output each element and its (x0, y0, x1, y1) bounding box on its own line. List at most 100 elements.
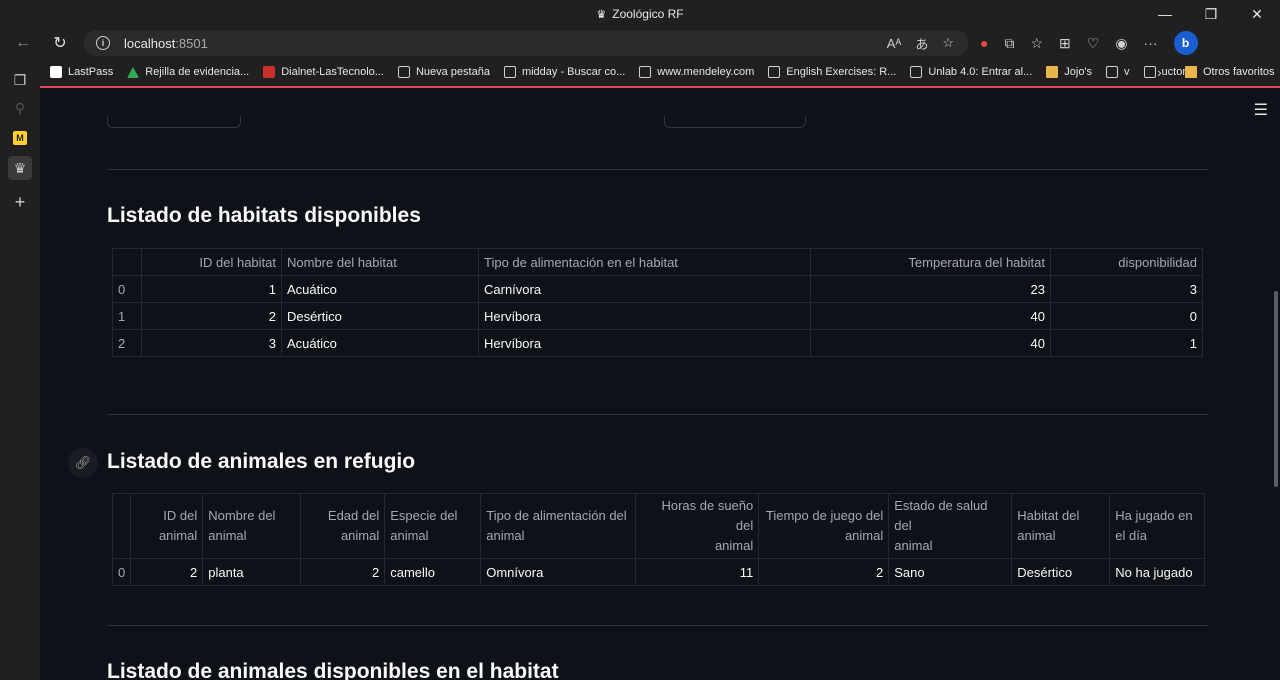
index-header (111, 493, 132, 559)
bookmark-dialnet[interactable]: Dialnet-LasTecnolo... (263, 66, 384, 78)
streamlit-tab-icon[interactable]: ♛ (8, 156, 32, 180)
column-header[interactable]: disponibilidad (1050, 248, 1203, 276)
table-cell[interactable]: camello (384, 558, 482, 586)
new-tab-plus-icon[interactable]: + (8, 190, 32, 214)
table-cell[interactable]: 11 (635, 558, 760, 586)
page-icon (910, 66, 923, 78)
bookmark-v[interactable]: v (1106, 66, 1130, 78)
table-cell[interactable]: 2 (130, 558, 204, 586)
table-cell[interactable]: Acuático (281, 275, 479, 303)
animales-heading: Listado de animales en refugio (107, 450, 416, 473)
folder-icon (1046, 66, 1059, 78)
table-cell[interactable]: 3 (1050, 275, 1203, 303)
translate-icon[interactable]: あ (915, 34, 928, 53)
close-icon[interactable]: ✕ (1234, 0, 1280, 28)
collections-icon[interactable]: ⊞ (1059, 35, 1071, 52)
column-header[interactable]: ID del animal (130, 493, 204, 559)
table-cell[interactable]: planta (202, 558, 302, 586)
row-index: 0 (111, 558, 132, 586)
table-cell[interactable]: 3 (141, 329, 282, 357)
column-header[interactable]: Nombre del animal (202, 493, 302, 559)
divider (107, 625, 1209, 626)
page-icon (639, 66, 652, 78)
column-header[interactable]: Tipo de alimentación en el habitat (478, 248, 811, 276)
read-aloud-icon[interactable]: Aᴬ (887, 36, 902, 51)
add-favorite-icon[interactable]: ☆ (942, 35, 954, 51)
bookmark-unlab[interactable]: Unlab 4.0: Entrar al... (910, 66, 1032, 78)
extensions-icon[interactable]: ⧉ (1004, 35, 1014, 52)
table-row: 2 3 Acuático Hervíbora 40 1 (112, 329, 1203, 357)
google-drive-icon (127, 66, 140, 78)
search-icon[interactable]: ⚲ (8, 96, 32, 120)
tab-actions-icon[interactable]: ❐ (8, 68, 32, 92)
pdf-icon (263, 66, 276, 78)
link-anchor-icon[interactable]: 🔗︎ (68, 448, 98, 478)
table-cell[interactable]: Omnívora (480, 558, 637, 586)
table-cell[interactable]: Carnívora (478, 275, 811, 303)
table-header-row: ID del animal Nombre del animal Edad del an… (111, 493, 1206, 559)
refresh-icon[interactable]: ↻ (46, 29, 74, 57)
bookmark-mendeley[interactable]: www.mendeley.com (639, 66, 754, 78)
table-cell[interactable]: 2 (758, 558, 890, 586)
table-cell[interactable]: 40 (810, 329, 1051, 357)
column-header[interactable]: Ha jugado en el día (1109, 493, 1206, 559)
table-cell[interactable]: Desértico (1011, 558, 1111, 586)
miro-tab-icon[interactable]: M (8, 126, 32, 150)
site-info-icon[interactable]: i (96, 36, 110, 50)
column-header[interactable]: Temperatura del habitat (810, 248, 1051, 276)
column-header[interactable]: Estado de salud del animal (888, 493, 1013, 559)
bookmark-lastpass[interactable]: LastPass (50, 66, 113, 78)
address-bar[interactable]: i localhost:8501 Aᴬ あ ☆ (84, 30, 968, 56)
minimize-icon[interactable]: — (1142, 0, 1188, 28)
habitats-table[interactable]: ID del habitat Nombre del habitat Tipo d… (112, 248, 1203, 357)
column-header[interactable]: Tipo de alimentación del animal (480, 493, 637, 559)
index-header (112, 248, 142, 276)
table-row: 0 1 Acuático Carnívora 23 3 (112, 275, 1203, 303)
table-cell[interactable]: 23 (810, 275, 1051, 303)
bookmark-jojos[interactable]: Jojo's (1046, 66, 1092, 78)
page-icon (1106, 66, 1119, 78)
column-header[interactable]: Nombre del habitat (281, 248, 479, 276)
table-cell[interactable]: 1 (141, 275, 282, 303)
table-cell[interactable]: Sano (888, 558, 1013, 586)
bookmark-english-exercises[interactable]: English Exercises: R... (768, 66, 896, 78)
column-header[interactable]: Habitat del animal (1011, 493, 1111, 559)
browser-essentials-icon[interactable]: ♡ (1087, 35, 1100, 52)
table-cell[interactable]: Hervíbora (478, 329, 811, 357)
extension-red-icon[interactable]: ● (980, 35, 988, 51)
chevron-right-icon[interactable]: › (1157, 58, 1162, 86)
partial-button-right[interactable] (664, 116, 806, 128)
table-cell[interactable]: 1 (1050, 329, 1203, 357)
column-header[interactable]: Tiempo de juego del animal (758, 493, 890, 559)
favorites-icon[interactable]: ☆ (1030, 35, 1043, 52)
table-cell[interactable]: 2 (300, 558, 386, 586)
column-header[interactable]: ID del habitat (141, 248, 282, 276)
table-cell[interactable]: Acuático (281, 329, 479, 357)
column-header[interactable]: Edad del animal (300, 493, 386, 559)
back-arrow-icon[interactable]: ← (9, 29, 37, 57)
bing-icon[interactable]: b (1173, 31, 1198, 55)
animales-table[interactable]: ID del animal Nombre del animal Edad del an… (111, 493, 1206, 586)
address-port: :8501 (175, 35, 208, 51)
table-cell[interactable]: 2 (141, 302, 282, 330)
maximize-icon[interactable]: ❐ (1188, 0, 1234, 28)
table-cell[interactable]: 0 (1050, 302, 1203, 330)
table-row: 0 2 planta 2 camello Omnívora 11 2 Sano … (111, 558, 1206, 586)
divider (107, 414, 1209, 415)
table-cell[interactable]: 40 (810, 302, 1051, 330)
hamburger-menu-icon[interactable]: ☰ (1254, 100, 1268, 120)
other-favorites[interactable]: Otros favoritos (1185, 58, 1275, 86)
vertical-scrollbar[interactable] (1274, 291, 1278, 487)
table-cell[interactable]: Hervíbora (478, 302, 811, 330)
bookmark-nueva-pestana[interactable]: Nueva pestaña (397, 66, 490, 78)
bookmark-rejilla[interactable]: Rejilla de evidencia... (127, 66, 249, 78)
window-title-text: Zoológico RF (612, 7, 684, 21)
column-header[interactable]: Horas de sueño del animal (635, 493, 760, 559)
profile-avatar-icon[interactable]: ◉ (1115, 35, 1127, 52)
more-options-icon[interactable]: ··· (1144, 35, 1158, 51)
table-cell[interactable]: No ha jugado (1109, 558, 1206, 586)
column-header[interactable]: Especie del animal (384, 493, 482, 559)
partial-button-left[interactable] (107, 116, 241, 128)
bookmark-midday[interactable]: midday - Buscar co... (503, 66, 625, 78)
table-cell[interactable]: Desértico (281, 302, 479, 330)
